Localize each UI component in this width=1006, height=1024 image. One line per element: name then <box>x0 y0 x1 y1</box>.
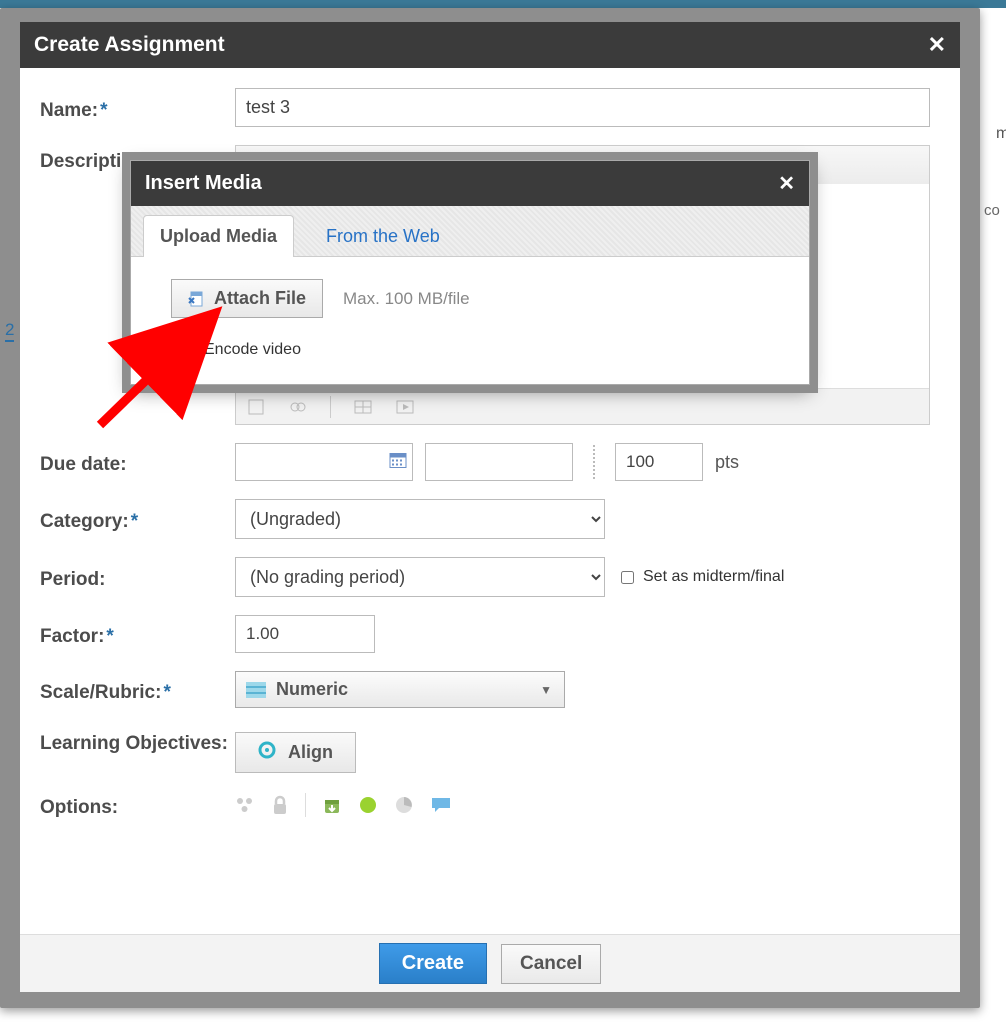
calendar-icon[interactable] <box>389 451 407 474</box>
dialog-header: Create Assignment ✕ <box>20 22 960 68</box>
page-top-bar <box>0 0 1006 8</box>
close-icon[interactable]: ✕ <box>778 171 795 196</box>
due-time-input[interactable] <box>425 443 573 481</box>
attach-file-icon <box>188 290 206 308</box>
row-name: Name:* <box>40 88 940 127</box>
media-icon[interactable] <box>395 397 415 417</box>
category-select[interactable]: (Ungraded) <box>235 499 605 539</box>
label-options: Options: <box>40 791 235 819</box>
bg-number-2[interactable]: 2 <box>5 320 14 342</box>
row-category: Category:* (Ungraded) <box>40 499 940 539</box>
name-input[interactable] <box>235 88 930 127</box>
insert-media-header: Insert Media ✕ <box>131 161 809 206</box>
label-due-date: Due date: <box>40 448 235 476</box>
scale-icon <box>246 682 266 698</box>
target-icon <box>258 741 276 764</box>
row-learning-objectives: Learning Objectives: Align <box>40 726 940 773</box>
attachment-icon[interactable] <box>246 397 266 417</box>
package-icon[interactable] <box>322 795 342 815</box>
encode-video-label: Encode video <box>204 341 301 359</box>
scale-value: Numeric <box>276 679 348 700</box>
row-options: Options: <box>40 791 940 819</box>
label-factor: Factor:* <box>40 620 235 648</box>
midterm-checkbox[interactable] <box>621 571 634 584</box>
options-icons <box>235 793 452 817</box>
required-star: * <box>100 100 107 121</box>
row-due-date: Due date: pts <box>40 443 940 481</box>
scale-dropdown[interactable]: Numeric ▼ <box>235 671 565 708</box>
insert-media-dialog: Insert Media ✕ Upload Media From the Web… <box>130 160 810 385</box>
chevron-down-icon: ▼ <box>540 683 552 697</box>
label-scale: Scale/Rubric:* <box>40 676 235 704</box>
create-button[interactable]: Create <box>379 943 487 984</box>
attach-file-button[interactable]: Attach File <box>171 279 323 318</box>
align-label: Align <box>288 742 333 763</box>
name-label-text: Name: <box>40 100 98 121</box>
status-dot-icon[interactable] <box>358 795 378 815</box>
attach-file-label: Attach File <box>214 288 306 309</box>
share-icon[interactable] <box>235 795 255 815</box>
link-icon[interactable] <box>288 397 308 417</box>
factor-label-text: Factor: <box>40 626 104 647</box>
dotted-separator <box>593 445 595 479</box>
comment-icon[interactable] <box>430 795 452 815</box>
required-star: * <box>163 682 170 703</box>
pie-icon[interactable] <box>394 795 414 815</box>
bg-letters-co: co <box>984 202 1000 219</box>
encode-video-checkbox[interactable] <box>175 341 193 359</box>
file-size-hint: Max. 100 MB/file <box>343 289 470 309</box>
label-name: Name:* <box>40 94 235 122</box>
row-factor: Factor:* <box>40 615 940 653</box>
insert-media-title: Insert Media <box>145 172 262 195</box>
dialog-footer: Create Cancel <box>20 934 960 992</box>
row-period: Period: (No grading period) Set as midte… <box>40 557 940 597</box>
label-learning: Learning Objectives: <box>40 726 235 756</box>
dialog-title: Create Assignment <box>34 33 225 57</box>
separator <box>330 396 331 418</box>
scale-label-text: Scale/Rubric: <box>40 682 161 703</box>
close-icon[interactable]: ✕ <box>928 32 946 58</box>
tab-from-web[interactable]: From the Web <box>310 216 456 257</box>
bg-letter-m: m <box>996 125 1006 143</box>
insert-media-tabs: Upload Media From the Web <box>131 206 809 257</box>
table-icon[interactable] <box>353 397 373 417</box>
editor-bottom-toolbar <box>236 388 929 424</box>
category-label-text: Category: <box>40 511 129 532</box>
period-select[interactable]: (No grading period) <box>235 557 605 597</box>
label-period: Period: <box>40 563 235 591</box>
factor-input[interactable] <box>235 615 375 653</box>
required-star: * <box>106 626 113 647</box>
insert-media-body: Attach File Max. 100 MB/file Encode vide… <box>131 257 809 384</box>
align-button[interactable]: Align <box>235 732 356 773</box>
label-category: Category:* <box>40 505 235 533</box>
points-input[interactable] <box>615 443 703 481</box>
required-star: * <box>131 511 138 532</box>
separator <box>305 793 306 817</box>
lock-icon[interactable] <box>271 795 289 815</box>
cancel-button[interactable]: Cancel <box>501 944 601 984</box>
midterm-label: Set as midterm/final <box>643 568 784 586</box>
tab-upload-media[interactable]: Upload Media <box>143 215 294 257</box>
row-scale: Scale/Rubric:* Numeric ▼ <box>40 671 940 708</box>
points-label: pts <box>715 452 739 473</box>
due-date-input[interactable] <box>235 443 413 481</box>
